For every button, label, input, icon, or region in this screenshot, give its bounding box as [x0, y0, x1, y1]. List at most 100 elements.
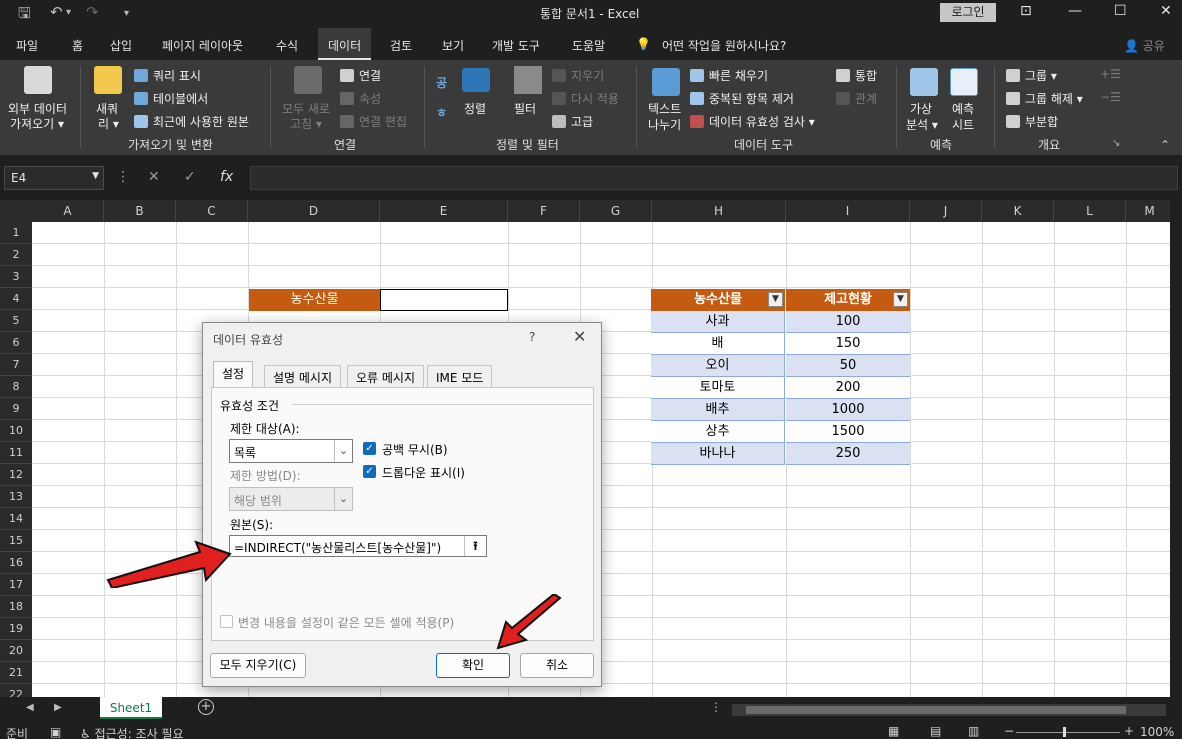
- table-cell-produce[interactable]: 바나나: [651, 443, 785, 465]
- tab-file[interactable]: 파일: [16, 37, 38, 54]
- apply-all-checkbox[interactable]: [220, 615, 233, 628]
- data-validation-button[interactable]: 데이터 유효성 검사 ▾: [690, 113, 815, 130]
- clear-all-button[interactable]: 모두 지우기(C): [210, 653, 306, 678]
- tab-input-message[interactable]: 설명 메시지: [264, 365, 342, 387]
- row-header-7[interactable]: 7: [0, 354, 32, 376]
- column-header-i[interactable]: I: [786, 200, 910, 222]
- help-icon[interactable]: ?: [529, 330, 535, 344]
- table-cell-produce[interactable]: 배추: [651, 399, 785, 421]
- row-header-10[interactable]: 10: [0, 420, 32, 442]
- cell-d4[interactable]: 농수산물: [249, 289, 380, 311]
- share-button[interactable]: 👤 공유: [1124, 37, 1165, 54]
- group-button[interactable]: 그룹 ▾: [1006, 67, 1057, 84]
- row-header-4[interactable]: 4: [0, 288, 32, 310]
- cancel-button[interactable]: 취소: [520, 653, 594, 678]
- add-sheet-icon[interactable]: +: [198, 699, 214, 715]
- show-queries-button[interactable]: 쿼리 표시: [134, 67, 201, 84]
- filter-dropdown-icon[interactable]: ▼: [768, 292, 783, 307]
- column-header-k[interactable]: K: [982, 200, 1054, 222]
- row-header-15[interactable]: 15: [0, 530, 32, 552]
- tab-page-layout[interactable]: 페이지 레이아웃: [162, 37, 243, 54]
- new-query-dropdown[interactable]: 리 ▾: [98, 115, 119, 132]
- relationships-button[interactable]: 관계: [836, 90, 877, 107]
- column-header-g[interactable]: G: [580, 200, 652, 222]
- dialog-launcher-icon[interactable]: ↘: [1112, 138, 1120, 149]
- row-header-8[interactable]: 8: [0, 376, 32, 398]
- normal-view-icon[interactable]: ▦: [888, 724, 899, 738]
- row-header-19[interactable]: 19: [0, 618, 32, 640]
- column-header-b[interactable]: B: [104, 200, 176, 222]
- tab-home[interactable]: 홈: [72, 37, 83, 54]
- connections-button[interactable]: 연결: [340, 67, 381, 84]
- clear-button[interactable]: 지우기: [552, 67, 604, 84]
- column-header-l[interactable]: L: [1054, 200, 1126, 222]
- save-icon[interactable]: 🖫: [18, 3, 31, 28]
- tab-developer[interactable]: 개발 도구: [492, 37, 540, 54]
- minimize-button[interactable]: —: [1068, 3, 1082, 19]
- tab-insert[interactable]: 삽입: [110, 37, 132, 54]
- table-cell-stock[interactable]: 50: [786, 355, 910, 377]
- consolidate-button[interactable]: 통합: [836, 67, 877, 84]
- insert-function-icon[interactable]: fx: [220, 169, 233, 185]
- maximize-button[interactable]: ☐: [1114, 3, 1127, 19]
- close-button[interactable]: ✕: [1160, 3, 1172, 19]
- undo-dropdown-icon[interactable]: ▾: [66, 7, 71, 18]
- table-cell-stock[interactable]: 150: [786, 333, 910, 355]
- ribbon-display-options-icon[interactable]: ⊡: [1020, 3, 1032, 19]
- refresh-all-dropdown[interactable]: 고침 ▾: [290, 115, 322, 132]
- zoom-slider-thumb[interactable]: [1063, 727, 1066, 737]
- what-if-button[interactable]: 가상: [910, 100, 932, 117]
- undo-icon[interactable]: ↶: [50, 3, 63, 21]
- properties-button[interactable]: 속성: [340, 90, 381, 107]
- row-header-12[interactable]: 12: [0, 464, 32, 486]
- advanced-button[interactable]: 고급: [552, 113, 593, 130]
- row-header-20[interactable]: 20: [0, 640, 32, 662]
- macro-record-icon[interactable]: ▣: [50, 725, 61, 739]
- login-button[interactable]: 로그인: [940, 3, 996, 22]
- edit-links-button[interactable]: 연결 편집: [340, 113, 407, 130]
- source-input[interactable]: =INDIRECT("농산물리스트[농수산물]") ⭱: [229, 535, 487, 557]
- sheet-tab-sheet1[interactable]: Sheet1: [100, 697, 162, 719]
- collapse-dialog-icon[interactable]: ⭱: [464, 536, 486, 556]
- row-header-9[interactable]: 9: [0, 398, 32, 420]
- formula-input[interactable]: [250, 166, 1178, 190]
- show-detail-icon[interactable]: +☰: [1100, 67, 1121, 81]
- row-header-2[interactable]: 2: [0, 244, 32, 266]
- zoom-in-icon[interactable]: +: [1124, 724, 1134, 738]
- column-header-m[interactable]: M: [1126, 200, 1170, 222]
- get-external-data-dropdown[interactable]: 가져오기 ▾: [10, 115, 64, 132]
- flash-fill-button[interactable]: 빠른 채우기: [690, 67, 768, 84]
- column-header-a[interactable]: A: [32, 200, 104, 222]
- table-cell-stock[interactable]: 1500: [786, 421, 910, 443]
- zoom-level[interactable]: 100%: [1140, 725, 1174, 739]
- collapse-ribbon-icon[interactable]: ⌃: [1160, 138, 1170, 152]
- tab-help[interactable]: 도움말: [572, 37, 605, 54]
- table-cell-produce[interactable]: 사과: [651, 311, 785, 333]
- from-table-button[interactable]: 테이블에서: [134, 90, 208, 107]
- ignore-blank-checkbox[interactable]: ✓: [363, 442, 376, 455]
- table-cell-produce[interactable]: 오이: [651, 355, 785, 377]
- tab-view[interactable]: 보기: [442, 37, 464, 54]
- row-header-22[interactable]: 22: [0, 684, 32, 697]
- name-box[interactable]: E4 ▼: [4, 166, 104, 190]
- reapply-button[interactable]: 다시 적용: [552, 90, 619, 107]
- ungroup-button[interactable]: 그룹 해제 ▾: [1006, 90, 1083, 107]
- subtotal-button[interactable]: 부분합: [1006, 113, 1058, 130]
- table-cell-produce[interactable]: 상추: [651, 421, 785, 443]
- redo-icon[interactable]: ↷: [86, 3, 99, 21]
- data-select[interactable]: 해당 범위 ⌄: [229, 487, 353, 511]
- allow-select[interactable]: 목록 ⌄: [229, 439, 353, 463]
- table-cell-stock[interactable]: 100: [786, 311, 910, 333]
- row-header-18[interactable]: 18: [0, 596, 32, 618]
- filter-dropdown-icon[interactable]: ▼: [893, 292, 908, 307]
- ok-button[interactable]: 확인: [436, 653, 510, 678]
- table-header-produce[interactable]: 농수산물 ▼: [651, 289, 785, 311]
- table-cell-produce[interactable]: 배: [651, 333, 785, 355]
- text-to-columns-button-2[interactable]: 나누기: [648, 116, 681, 133]
- dialog-close-icon[interactable]: ✕: [573, 327, 586, 346]
- row-header-6[interactable]: 6: [0, 332, 32, 354]
- remove-duplicates-button[interactable]: 중복된 항목 제거: [690, 90, 794, 107]
- forecast-sheet-button-2[interactable]: 시트: [952, 116, 974, 133]
- more-options-icon[interactable]: ⋮: [116, 169, 130, 185]
- tab-review[interactable]: 검토: [390, 37, 412, 54]
